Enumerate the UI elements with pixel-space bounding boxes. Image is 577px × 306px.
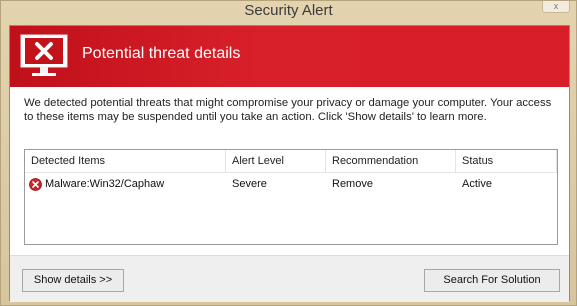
table-header: Detected Items Alert Level Recommendatio… <box>25 150 557 173</box>
monitor-x-icon <box>20 34 68 76</box>
close-button[interactable]: x <box>542 1 570 13</box>
cell-detected-item: Malware:Win32/Caphaw <box>25 174 226 194</box>
close-icon: x <box>553 1 559 11</box>
alert-description: We detected potential threats that might… <box>24 97 552 123</box>
alert-banner: Potential threat details <box>10 26 569 87</box>
column-header-alert-level[interactable]: Alert Level <box>226 150 326 173</box>
error-icon <box>29 177 42 191</box>
threats-table: Detected Items Alert Level Recommendatio… <box>24 149 558 245</box>
show-details-button[interactable]: Show details >> <box>22 269 124 292</box>
title-bar[interactable]: Security Alert x <box>1 1 576 25</box>
column-header-status[interactable]: Status <box>456 150 557 173</box>
column-header-detected-items[interactable]: Detected Items <box>25 150 226 173</box>
window-title: Security Alert <box>244 2 333 19</box>
security-alert-window: Security Alert x Potential threat detail… <box>0 0 577 306</box>
banner-title: Potential threat details <box>82 45 241 62</box>
cell-status: Active <box>462 178 492 190</box>
cell-alert-level: Severe <box>232 178 267 190</box>
dialog-footer: Show details >> Search For Solution <box>10 255 569 302</box>
cell-recommendation: Remove <box>332 178 373 190</box>
dialog-content: Potential threat details We detected pot… <box>9 25 570 302</box>
detected-item-name: Malware:Win32/Caphaw <box>45 178 165 190</box>
column-header-recommendation[interactable]: Recommendation <box>326 150 456 173</box>
search-for-solution-button[interactable]: Search For Solution <box>424 269 560 292</box>
